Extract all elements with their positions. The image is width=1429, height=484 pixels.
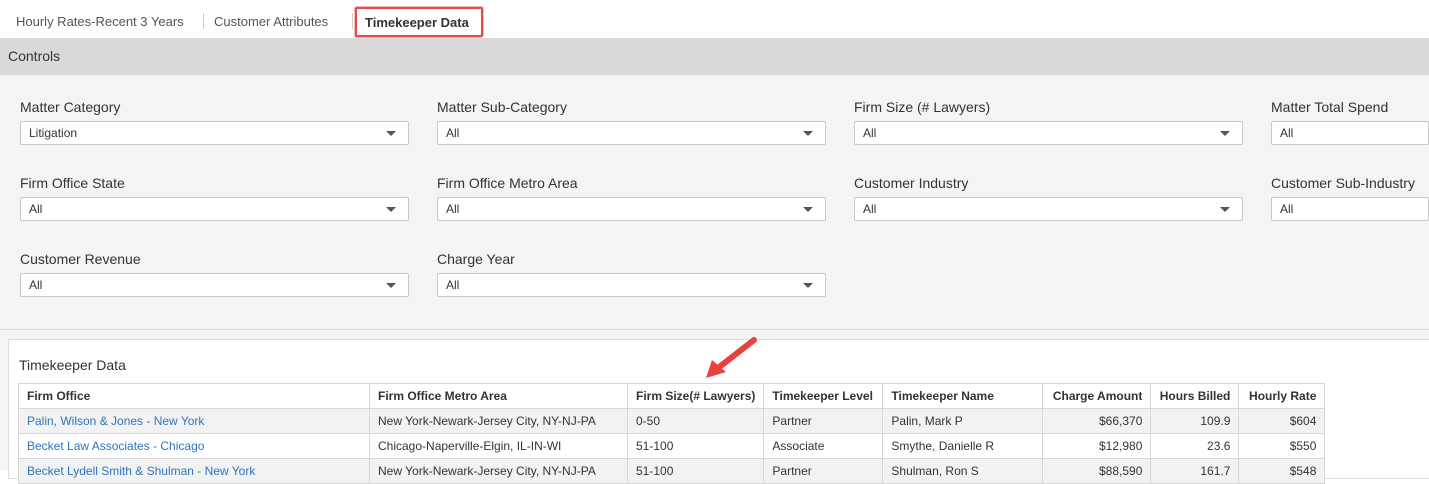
column-header[interactable]: Firm Office Metro Area [369,383,628,409]
table-cell: $12,980 [1042,433,1152,459]
column-header[interactable]: Timekeeper Name [882,383,1044,409]
table-cell: Palin, Mark P [882,408,1044,434]
filter-label: Matter Total Spend [1271,99,1389,115]
filter-label: Matter Sub-Category [437,99,567,115]
filter-label: Customer Sub-Industry [1271,175,1415,191]
table-cell: Becket Law Associates - Chicago [18,433,370,459]
select-value: All [1280,202,1294,216]
filter-firm-office-metro-area: Firm Office Metro Area All [437,174,826,221]
table-row: Becket Lydell Smith & Shulman - New York… [18,458,1326,484]
table-cell: New York-Newark-Jersey City, NY-NJ-PA [369,458,628,484]
filter-label: Firm Size (# Lawyers) [854,99,991,115]
table-header-row: Firm Office Firm Office Metro Area Firm … [18,383,1326,409]
table-cell: Becket Lydell Smith & Shulman - New York [18,458,370,484]
chevron-down-icon [1220,131,1230,136]
table-cell: 51-100 [626,433,765,459]
tab-customer-attributes[interactable]: Customer Attributes [204,8,338,36]
table-cell: 23.6 [1150,433,1240,459]
filter-label: Customer Revenue [20,251,141,267]
filter-firm-size: Firm Size (# Lawyers) All [854,98,1243,145]
table-cell: $548 [1238,458,1326,484]
table-cell: Partner [763,458,884,484]
select-value: All [29,278,43,292]
firm-office-link[interactable]: Becket Lydell Smith & Shulman - New York [27,464,255,478]
section-title: Timekeeper Data [19,357,126,373]
table-cell: Shulman, Ron S [882,458,1044,484]
customer-revenue-select[interactable]: All [20,273,409,297]
table-cell: Chicago-Naperville-Elgin, IL-IN-WI [369,433,628,459]
column-header[interactable]: Charge Amount [1042,383,1152,409]
table-cell: 0-50 [626,408,765,434]
filter-customer-industry: Customer Industry All [854,174,1243,221]
tab-hourly-rates[interactable]: Hourly Rates-Recent 3 Years [6,8,194,36]
filter-label: Firm Office State [20,175,125,191]
filter-label: Firm Office Metro Area [437,175,578,191]
select-value: All [863,202,877,216]
table-cell: Palin, Wilson & Jones - New York [18,408,370,434]
filter-label: Matter Category [20,99,121,115]
table-cell: $66,370 [1042,408,1152,434]
column-header[interactable]: Hours Billed [1150,383,1240,409]
firm-office-link[interactable]: Palin, Wilson & Jones - New York [27,414,204,428]
matter-category-select[interactable]: Litigation [20,121,409,145]
select-value: All [29,202,43,216]
timekeeper-table: Firm Office Firm Office Metro Area Firm … [18,383,1326,484]
filter-customer-sub-industry: Customer Sub-Industry All [1271,174,1429,221]
tab-bar: Hourly Rates-Recent 3 Years Customer Att… [0,0,1429,38]
table-row: Becket Law Associates - Chicago Chicago-… [18,433,1326,459]
firm-office-metro-area-select[interactable]: All [437,197,826,221]
column-header[interactable]: Hourly Rate [1238,383,1326,409]
column-header[interactable]: Firm Size(# Lawyers) [626,383,765,409]
filter-matter-sub-category: Matter Sub-Category All [437,98,826,145]
tab-divider [352,13,353,29]
table-cell: Associate [763,433,884,459]
filter-matter-category: Matter Category Litigation [20,98,409,145]
filter-charge-year: Charge Year All [437,250,826,297]
chevron-down-icon [386,207,396,212]
chevron-down-icon [803,207,813,212]
table-cell: 161.7 [1150,458,1240,484]
filter-label: Customer Industry [854,175,969,191]
filter-matter-total-spend: Matter Total Spend All [1271,98,1429,145]
chevron-down-icon [1220,207,1230,212]
table-row: Palin, Wilson & Jones - New York New Yor… [18,408,1326,434]
column-header[interactable]: Timekeeper Level [763,383,884,409]
tab-timekeeper-data-label: Timekeeper Data [365,15,469,30]
tab-timekeeper-data[interactable]: Timekeeper Data [355,7,483,37]
filter-customer-revenue: Customer Revenue All [20,250,409,297]
table-cell: New York-Newark-Jersey City, NY-NJ-PA [369,408,628,434]
table-cell: Smythe, Danielle R [882,433,1044,459]
firm-size-select[interactable]: All [854,121,1243,145]
chevron-down-icon [386,283,396,288]
filter-label: Charge Year [437,251,515,267]
chevron-down-icon [803,131,813,136]
matter-sub-category-select[interactable]: All [437,121,826,145]
select-value: All [446,126,460,140]
chevron-down-icon [386,131,396,136]
table-cell: Partner [763,408,884,434]
firm-office-link[interactable]: Becket Law Associates - Chicago [27,439,204,453]
select-value: All [446,278,460,292]
table-cell: 51-100 [626,458,765,484]
firm-office-state-select[interactable]: All [20,197,409,221]
table-cell: $88,590 [1042,458,1152,484]
customer-industry-select[interactable]: All [854,197,1243,221]
select-value: All [1280,126,1294,140]
annotation-arrow-icon [706,337,757,378]
controls-panel: Matter Category Litigation Matter Sub-Ca… [0,75,1429,330]
customer-sub-industry-select[interactable]: All [1271,197,1429,221]
matter-total-spend-select[interactable]: All [1271,121,1429,145]
chevron-down-icon [803,283,813,288]
select-value: All [446,202,460,216]
controls-header[interactable]: Controls [0,38,1429,75]
charge-year-select[interactable]: All [437,273,826,297]
table-cell: $604 [1238,408,1326,434]
table-cell: $550 [1238,433,1326,459]
filter-firm-office-state: Firm Office State All [20,174,409,221]
select-value: All [863,126,877,140]
table-cell: 109.9 [1150,408,1240,434]
column-header[interactable]: Firm Office [18,383,370,409]
select-value: Litigation [29,126,78,140]
